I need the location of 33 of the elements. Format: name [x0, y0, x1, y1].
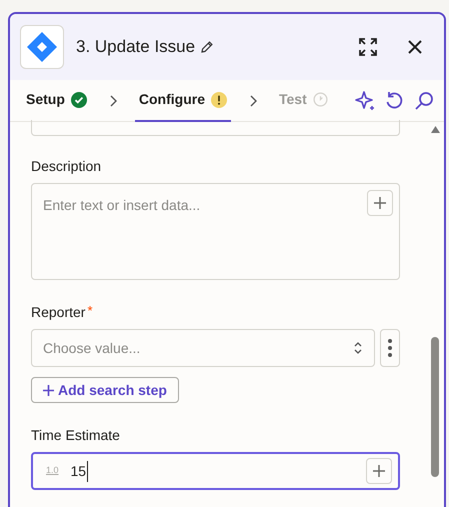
field-label: Reporter — [31, 303, 86, 322]
field-value: 15 — [70, 460, 88, 482]
diamond-logo-icon — [26, 31, 58, 63]
sort-arrows-icon — [353, 341, 363, 355]
field-placeholder: Enter text or insert data... — [43, 196, 200, 215]
plus-icon — [43, 384, 54, 396]
scroll-up-arrow-icon[interactable] — [430, 126, 440, 133]
more-options-button[interactable] — [380, 329, 400, 367]
insert-data-button[interactable] — [366, 458, 392, 484]
insert-data-button[interactable] — [367, 190, 393, 216]
step-tab[interactable]: Configure — [134, 80, 231, 122]
undo-icon[interactable] — [384, 90, 404, 110]
required-mark: * — [87, 302, 93, 320]
chevron-right-icon — [249, 94, 257, 106]
description-field[interactable]: Enter text or insert data... — [31, 183, 400, 280]
expand-icon[interactable] — [358, 37, 378, 57]
search-icon[interactable] — [414, 90, 434, 110]
close-icon[interactable] — [408, 40, 422, 54]
chevron-right-icon — [108, 94, 117, 106]
select-field[interactable]: Choose value... — [31, 329, 375, 367]
textarea-field[interactable] — [31, 120, 400, 136]
step-title: 3. Update Issue — [76, 36, 196, 58]
scrollbar-thumb[interactable] — [431, 337, 439, 477]
field-label: Time Estimate — [31, 426, 120, 445]
sparkle-icon[interactable] — [354, 90, 376, 112]
field-label: Description — [31, 157, 102, 176]
plus-icon — [372, 464, 386, 478]
add-search-step-button[interactable]: Add search step — [31, 377, 179, 403]
number-type-icon: 1.0 — [46, 464, 59, 478]
step-tab[interactable]: Setup — [22, 80, 91, 122]
plus-icon — [373, 196, 387, 210]
number-field[interactable]: 1.0 15 — [31, 452, 400, 490]
pencil-icon[interactable] — [200, 40, 214, 54]
